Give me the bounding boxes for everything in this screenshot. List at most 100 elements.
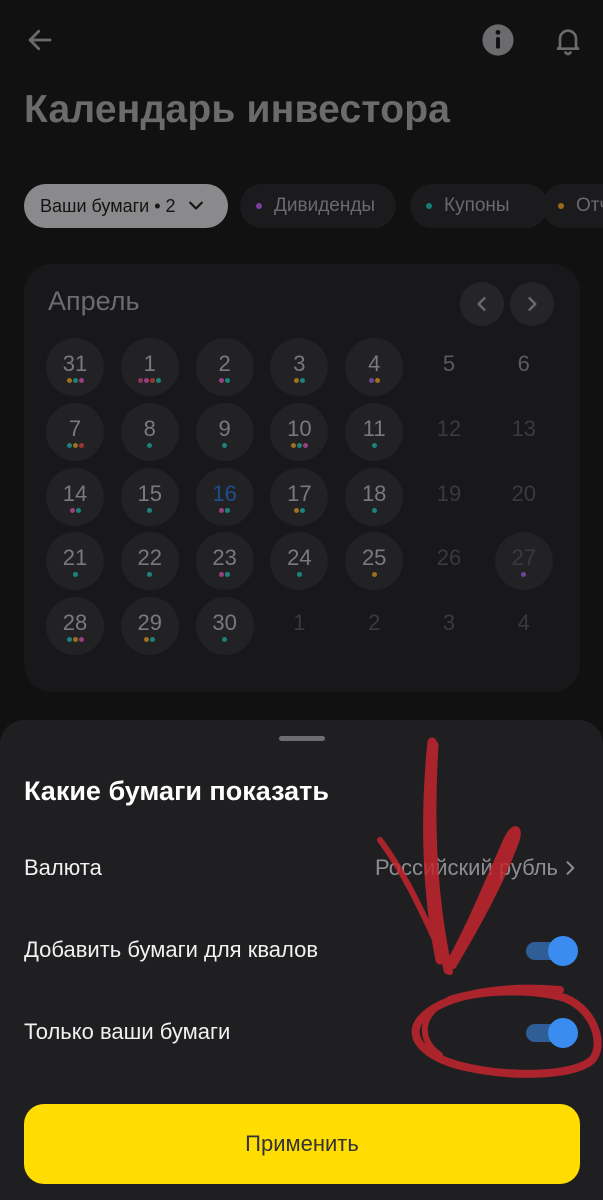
- calendar-day[interactable]: 5: [420, 338, 478, 396]
- calendar-day[interactable]: 16: [195, 467, 254, 526]
- calendar-day-number: 14: [62, 480, 88, 506]
- sheet-drag-handle[interactable]: [279, 736, 325, 741]
- chip-your-securities-label: Ваши бумаги • 2: [40, 195, 176, 216]
- qualified-securities-toggle[interactable]: [526, 936, 578, 966]
- calendar-day[interactable]: 13: [495, 403, 553, 461]
- event-dot: [225, 572, 231, 578]
- calendar-day[interactable]: 18: [345, 467, 404, 526]
- event-dot: [293, 378, 299, 383]
- calendar-day[interactable]: 21: [46, 532, 104, 591]
- calendar-day-number: 19: [436, 480, 462, 506]
- dividends-dot-icon: [256, 203, 262, 209]
- event-dots: [121, 378, 179, 383]
- event-dot: [219, 507, 225, 513]
- event-dot: [225, 378, 231, 383]
- next-month-button[interactable]: [510, 282, 554, 326]
- event-dot: [150, 378, 156, 383]
- calendar-day[interactable]: 12: [420, 403, 478, 461]
- calendar-day[interactable]: 20: [495, 468, 553, 526]
- calendar-day[interactable]: 11: [345, 402, 404, 461]
- event-dot: [78, 442, 84, 448]
- event-dots: [46, 637, 104, 643]
- notifications-button[interactable]: [546, 18, 590, 62]
- chevron-down-icon: [188, 201, 203, 210]
- previous-month-button[interactable]: [460, 282, 504, 326]
- calendar-day[interactable]: 3: [420, 597, 478, 655]
- chip-dividends-label: Дивиденды: [274, 195, 376, 216]
- chevron-right-icon: [566, 861, 575, 875]
- calendar-day-number: 15: [137, 480, 163, 506]
- calendar-day[interactable]: 26: [420, 532, 478, 590]
- calendar-day-number: 4: [517, 610, 530, 636]
- calendar-card: Апрель 31 1 2 3 4 5 6 7 8 9 10 11 12 13 14 15 16 17 18 19 20…: [24, 264, 580, 692]
- calendar-day-number: 8: [143, 415, 156, 441]
- event-dots: [196, 637, 254, 643]
- calendar-day[interactable]: 9: [195, 402, 254, 461]
- calendar-day[interactable]: 23: [195, 532, 254, 591]
- event-dot: [72, 572, 78, 578]
- calendar-day[interactable]: 4: [495, 597, 553, 655]
- event-dots: [46, 378, 104, 383]
- calendar-day[interactable]: 2: [345, 597, 403, 655]
- calendar-day[interactable]: 1: [270, 597, 328, 655]
- event-dots: [46, 442, 104, 448]
- currency-row[interactable]: Валюта Российский рубль: [24, 843, 580, 893]
- event-dots: [270, 572, 328, 578]
- calendar-day[interactable]: 19: [420, 468, 478, 526]
- calendar-day[interactable]: 15: [120, 467, 179, 526]
- event-dot: [299, 378, 305, 383]
- calendar-day-number: 16: [212, 480, 237, 506]
- calendar-day-number: 25: [361, 545, 387, 571]
- back-button[interactable]: [18, 18, 62, 62]
- calendar-day[interactable]: 4: [345, 338, 404, 396]
- calendar-day[interactable]: 3: [270, 338, 329, 396]
- calendar-day-number: 5: [442, 351, 456, 376]
- event-dot: [138, 378, 144, 383]
- calendar-day[interactable]: 27: [494, 532, 553, 591]
- top-bar: [0, 0, 603, 80]
- event-dots: [196, 378, 254, 383]
- calendar-day[interactable]: 29: [120, 597, 179, 656]
- calendar-day[interactable]: 8: [120, 402, 179, 461]
- calendar-day[interactable]: 25: [345, 532, 404, 591]
- calendar-day-number: 22: [137, 545, 163, 571]
- info-button[interactable]: [476, 18, 520, 62]
- event-dot: [293, 507, 299, 513]
- calendar-day[interactable]: 17: [270, 467, 329, 526]
- screen: Календарь инвестора Ваши бумаги • 2 Диви…: [0, 0, 603, 1200]
- event-dot: [69, 507, 75, 513]
- calendar-day[interactable]: 7: [46, 402, 104, 461]
- chip-coupons[interactable]: Купоны: [410, 184, 548, 228]
- chip-coupons-label: Купоны: [444, 195, 510, 216]
- currency-label: Валюта: [24, 855, 102, 880]
- calendar-day[interactable]: 31: [46, 338, 104, 396]
- calendar-day[interactable]: 30: [195, 597, 254, 656]
- calendar-day[interactable]: 24: [270, 532, 329, 591]
- event-dots: [121, 572, 179, 578]
- event-dot: [296, 572, 302, 578]
- event-dot: [521, 572, 527, 578]
- calendar-day[interactable]: 28: [46, 597, 104, 656]
- only-own-securities-toggle[interactable]: [526, 1018, 578, 1048]
- event-dot: [156, 378, 162, 383]
- chip-dividends[interactable]: Дивиденды: [240, 184, 396, 228]
- event-dot: [371, 572, 377, 578]
- chip-reports[interactable]: Отчёты: [542, 184, 603, 228]
- calendar-day[interactable]: 1: [120, 338, 179, 396]
- event-dots: [495, 572, 553, 578]
- apply-button[interactable]: Применить: [24, 1104, 580, 1184]
- calendar-day[interactable]: 2: [195, 338, 254, 396]
- chip-your-securities[interactable]: Ваши бумаги • 2: [24, 184, 228, 228]
- event-dots: [345, 378, 403, 383]
- event-dot: [302, 442, 308, 448]
- calendar-day[interactable]: 10: [270, 402, 329, 461]
- currency-value: Российский рубль: [375, 855, 558, 880]
- calendar-day[interactable]: 6: [495, 338, 553, 396]
- calendar-day-number: 7: [68, 415, 82, 441]
- event-dots: [46, 572, 104, 578]
- event-dot: [147, 507, 153, 513]
- calendar-day[interactable]: 14: [46, 467, 104, 526]
- calendar-day[interactable]: 22: [120, 532, 179, 591]
- event-dot: [222, 442, 228, 448]
- arrow-left-icon: [28, 29, 52, 51]
